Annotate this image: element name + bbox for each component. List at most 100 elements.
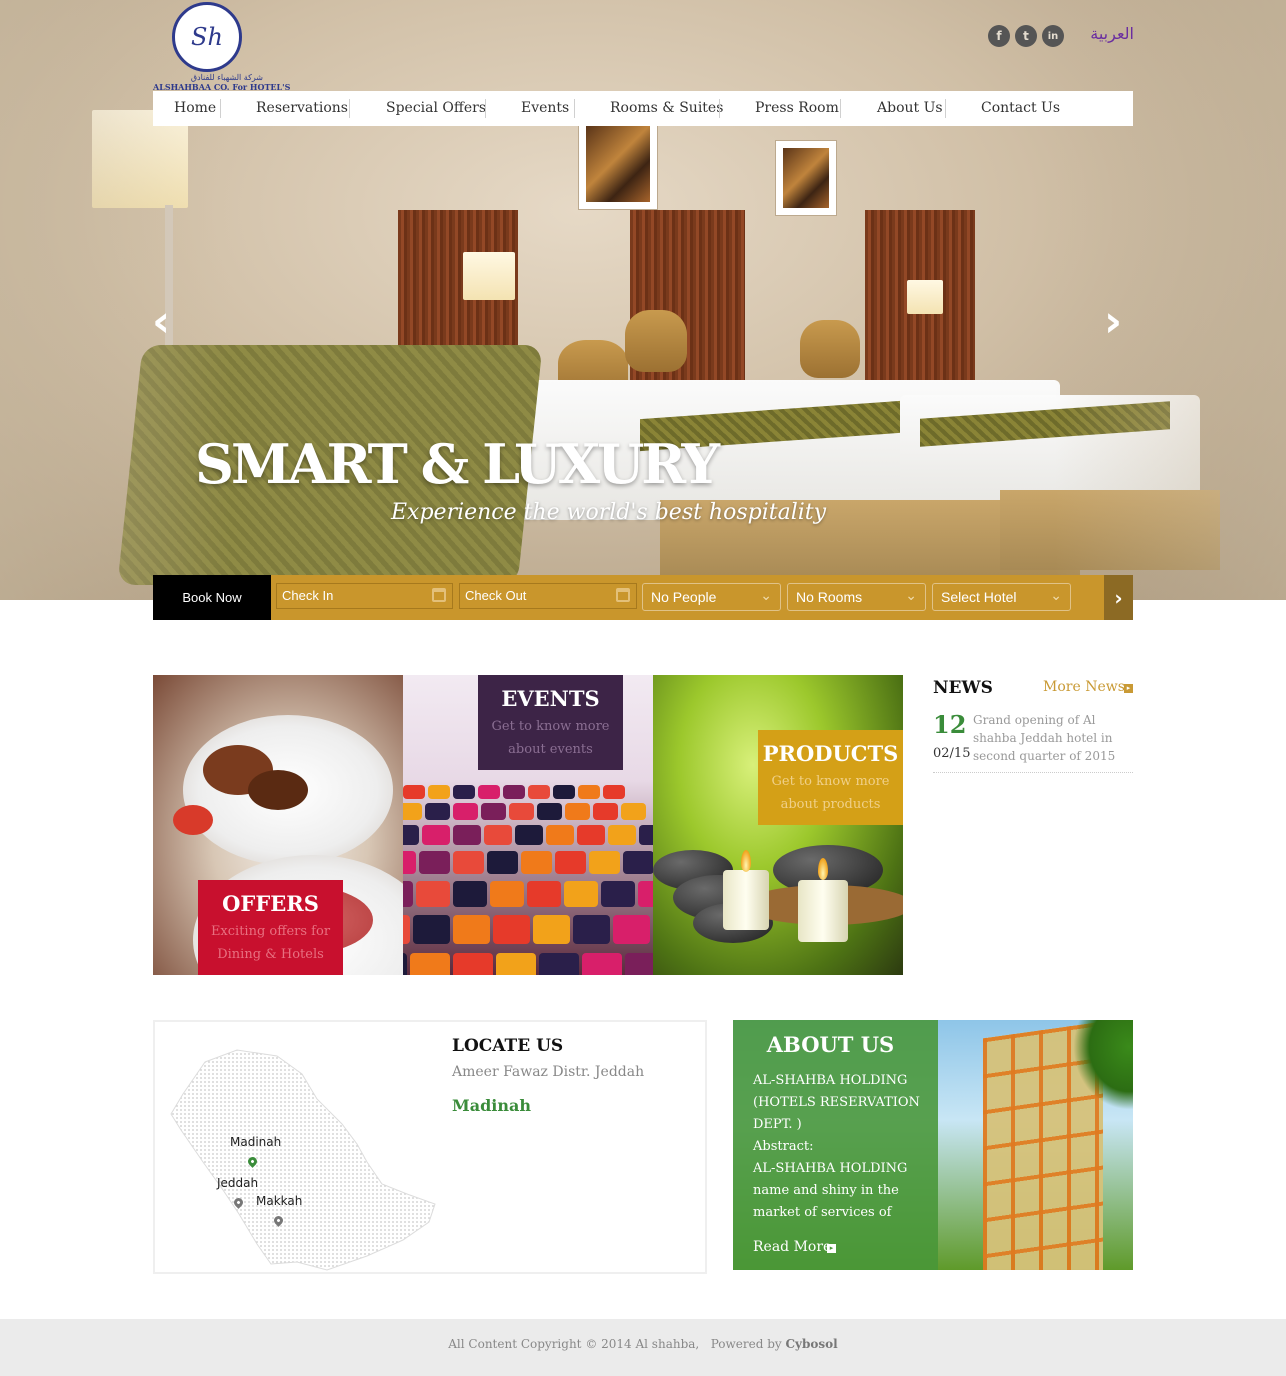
tile-image-cushion [403,953,407,975]
tile-image-flame [818,858,828,880]
tile-image-cushion [478,785,500,799]
about-us-text: AL-SHAHBA HOLDING (HOTELS RESERVATION DE… [753,1070,923,1224]
tile-image-cushion [578,785,600,799]
about-line: (HOTELS RESERVATION [753,1095,920,1110]
slider-prev-arrow-icon[interactable]: ‹ [152,296,170,347]
booking-search-button[interactable]: › [1104,575,1133,620]
tile-image-cushion [639,825,653,845]
tile-image-cushion [527,881,561,907]
read-more-link[interactable]: Read More [753,1239,831,1255]
tile-image-cushion [453,851,484,874]
tile-image-cushion [582,953,622,975]
offers-tile[interactable]: OFFERS Exciting offers for Dining & Hote… [153,675,403,975]
tile-image-cushion [481,803,506,820]
footer-company-link[interactable]: Cybosol [786,1337,838,1351]
nav-item-reservations[interactable]: Reservations [256,100,348,116]
hotel-select[interactable]: Select Hotel ⌄ [932,583,1071,611]
about-line: market of services of [753,1205,892,1220]
chevron-down-icon: ⌄ [905,588,917,604]
slide-subtitle: Experience the world's best hospitality [391,500,827,525]
tile-image-cushion [416,881,450,907]
map-label-makkah[interactable]: Makkah [256,1194,302,1208]
tile-image-cushion [521,851,552,874]
offers-desc-line: Exciting offers for [210,924,331,939]
people-select[interactable]: No People ⌄ [642,583,781,611]
tile-image-cushion [403,851,416,874]
tile-image-cushion [487,851,518,874]
tile-image-cushion [608,825,636,845]
footer-copyright: All Content Copyright © 2014 Al shahba, [448,1337,700,1351]
tile-image-cushion [419,851,450,874]
tile-image-cushion [537,803,562,820]
tile-image-cushion [509,803,534,820]
news-divider [933,772,1133,773]
saudi-map[interactable] [167,1044,439,1274]
calendar-icon[interactable] [616,588,630,602]
arrow-right-icon[interactable]: ▸ [1124,684,1133,693]
about-line: Abstract: [753,1139,814,1154]
twitter-icon[interactable]: t [1015,25,1037,47]
news-date: 02/15 [933,746,971,761]
locate-address: Ameer Fawaz Distr. Jeddah [452,1064,645,1080]
tile-image-cushion [428,785,450,799]
products-desc-line: Get to know more [771,774,890,789]
tile-image-cushion [515,825,543,845]
tile-image-cushion [593,803,618,820]
slider-next-arrow-icon[interactable]: › [1104,296,1122,347]
tile-image-cushion [573,915,610,944]
tile-image-cushion [613,915,650,944]
tile-image-cushion [403,825,419,845]
tile-image-candle [798,880,848,942]
nav-item-press-room[interactable]: Press Room [755,100,839,116]
more-news-link[interactable]: More News [1043,679,1125,695]
logo-emblem: Sh [172,2,242,72]
nav-divider [840,99,841,118]
tile-image-cushion [403,881,413,907]
nav-divider [945,99,946,118]
tile-image-cushion [539,953,579,975]
events-tile[interactable]: EVENTS Get to know more about events [403,675,653,975]
language-switch[interactable]: العربية [1078,24,1134,43]
tile-image-food [173,805,213,835]
tile-image-cushion [403,915,410,944]
tile-image-cushion [422,825,450,845]
products-tile[interactable]: PRODUCTS Get to know more about products [653,675,903,975]
tile-image-cushion [589,851,620,874]
nav-item-events[interactable]: Events [521,100,569,116]
nav-divider [220,99,221,118]
nav-divider [719,99,720,118]
map-region [170,1049,436,1271]
check-out-input[interactable]: Check Out [459,583,637,609]
tile-image-cushion [546,825,574,845]
tile-image-cushion [453,785,475,799]
tile-image-cushion [453,803,478,820]
nav-item-contact-us[interactable]: Contact Us [981,100,1060,116]
slide-title: SMART & LUXURY [195,432,720,496]
about-line: DEPT. ) [753,1117,802,1132]
nav-item-rooms-suites[interactable]: Rooms & Suites [610,100,723,116]
tile-image-cushion [565,803,590,820]
tile-image-cushion [493,915,530,944]
rooms-select[interactable]: No Rooms ⌄ [787,583,926,611]
tile-image-cushion [403,803,422,820]
linkedin-icon[interactable]: in [1042,25,1064,47]
tile-image-cushion [577,825,605,845]
tile-image-cushion [453,915,490,944]
tile-image-cushion [625,953,653,975]
arrow-right-icon[interactable]: ▸ [827,1244,836,1253]
check-in-input[interactable]: Check In [276,583,453,609]
tile-image-cushion [484,825,512,845]
news-item-text[interactable]: Grand opening of Al shahba Jeddah hotel … [973,711,1133,765]
facebook-icon[interactable]: f [988,25,1010,47]
nav-item-home[interactable]: Home [174,100,216,116]
nav-item-about-us[interactable]: About Us [877,100,943,116]
check-in-placeholder: Check In [282,588,334,603]
map-label-jeddah[interactable]: Jeddah [217,1176,258,1190]
map-label-madinah[interactable]: Madinah [230,1135,281,1149]
events-title: EVENTS [501,686,600,711]
tile-image-food [248,770,308,810]
offers-desc-line: Dining & Hotels [217,947,324,962]
calendar-icon[interactable] [432,588,446,602]
nav-item-special-offers[interactable]: Special Offers [386,100,486,116]
logo[interactable]: Sh ALSHAHBAA CO. For HOTEL'S شركة الشهبا… [153,2,290,92]
